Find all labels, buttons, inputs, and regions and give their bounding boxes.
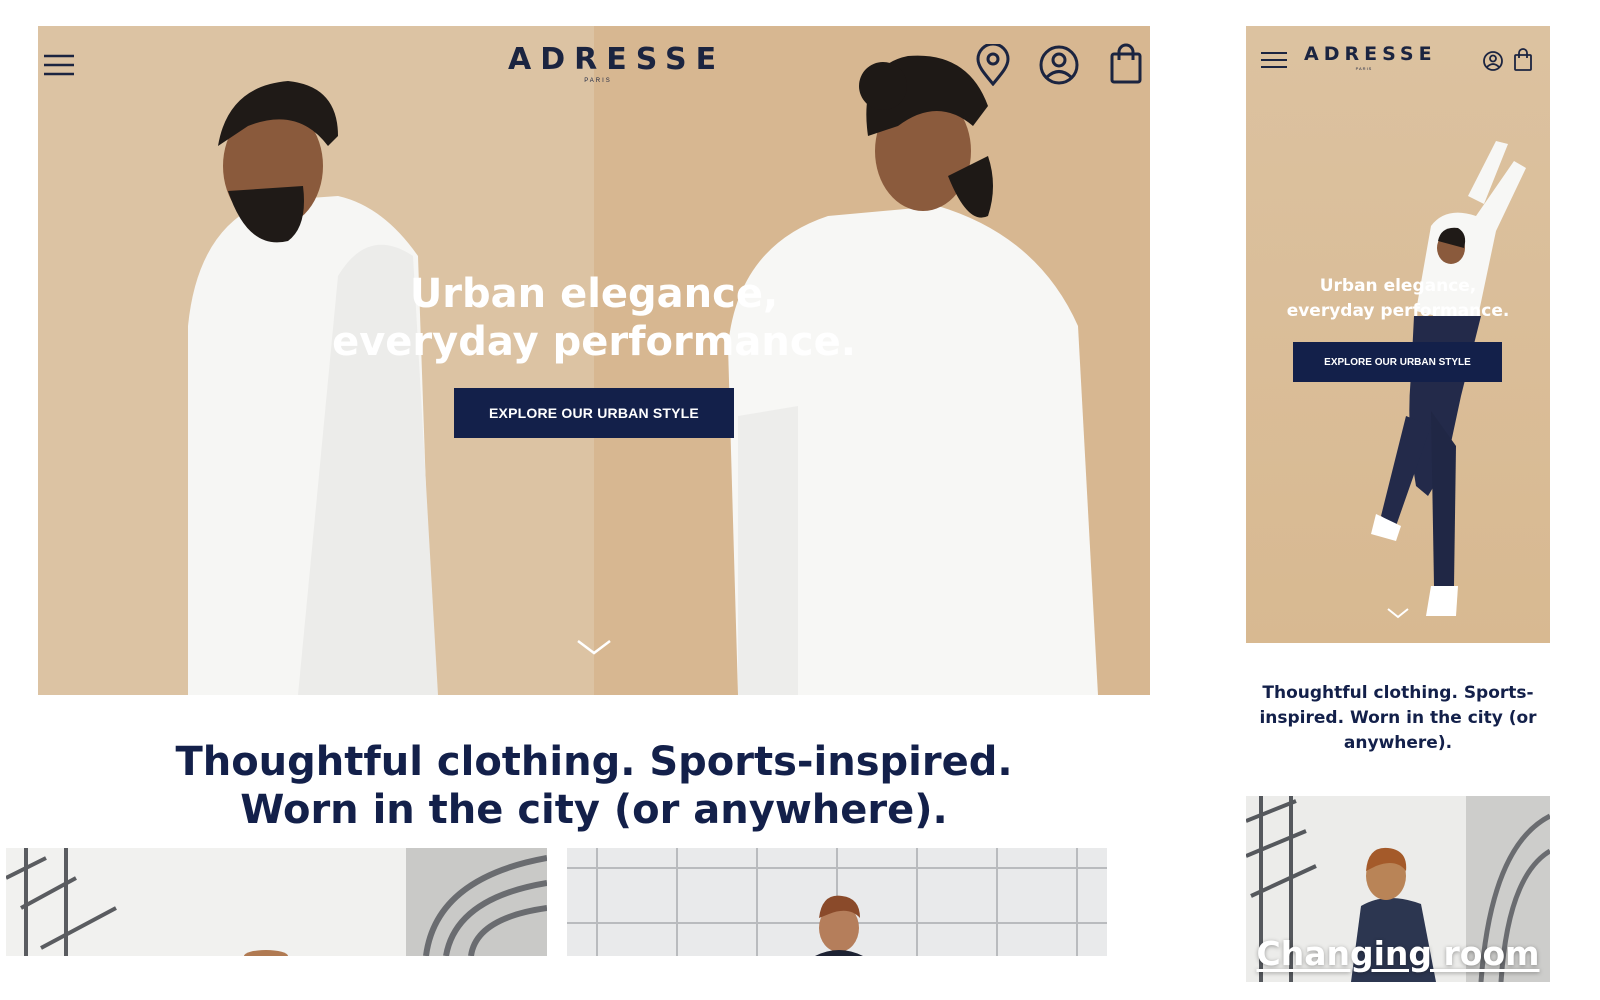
logo-wordmark: ADRESSE	[508, 42, 726, 77]
shopping-bag-icon[interactable]	[1108, 42, 1144, 86]
mobile-shopping-bag-icon[interactable]	[1513, 48, 1533, 72]
mobile-tagline-line3: anywhere).	[1343, 733, 1453, 753]
mobile-logo-wordmark: ADRESSE	[1304, 43, 1437, 65]
mobile-hamburger-menu-icon[interactable]	[1260, 50, 1288, 70]
hamburger-menu-icon[interactable]	[42, 52, 76, 78]
mobile-logo-subtitle: PARIS	[1355, 66, 1373, 71]
hero-title-line2: everyday performance.	[332, 319, 856, 365]
mobile-brand-logo[interactable]: ADRESSE PARIS	[1304, 42, 1437, 78]
mobile-hero-title: Urban elegance, everyday performance.	[1246, 274, 1550, 324]
mobile-user-account-icon[interactable]	[1482, 50, 1504, 72]
mobile-hero-title-line2: everyday performance.	[1286, 301, 1510, 321]
brand-logo[interactable]: ADRESSE PARIS	[508, 42, 726, 90]
category-tile-2-photo	[567, 848, 1107, 956]
chevron-down-icon[interactable]	[574, 636, 614, 658]
category-tile-1[interactable]	[6, 848, 547, 956]
hero-title-line1: Urban elegance,	[409, 271, 779, 317]
mobile-tagline-line1: Thoughtful clothing. Sports-	[1262, 683, 1534, 703]
mobile-hero-photo	[1371, 141, 1526, 616]
mobile-mockup: ADRESSE PARIS Urban elegance, everyday p…	[1246, 26, 1550, 982]
logo-subtitle: PARIS	[584, 78, 612, 84]
desktop-mockup: ADRESSE PARIS Urban elegance, everyday p…	[38, 26, 1150, 956]
mobile-brand-tagline: Thoughtful clothing. Sports- inspired. W…	[1246, 681, 1550, 756]
user-account-icon[interactable]	[1038, 44, 1080, 86]
hero-banner: ADRESSE PARIS Urban elegance, everyday p…	[38, 26, 1150, 695]
tagline-line2: Worn in the city (or anywhere).	[240, 787, 948, 833]
category-tile-2[interactable]	[567, 848, 1107, 956]
mobile-explore-urban-style-button[interactable]: EXPLORE OUR URBAN STYLE	[1293, 342, 1502, 382]
explore-urban-style-button[interactable]: EXPLORE OUR URBAN STYLE	[454, 388, 734, 438]
mobile-hero-title-line1: Urban elegance,	[1319, 276, 1477, 296]
mobile-tagline-line2: inspired. Worn in the city (or	[1259, 708, 1537, 728]
brand-tagline: Thoughtful clothing. Sports-inspired. Wo…	[38, 738, 1150, 834]
mobile-chevron-down-icon[interactable]	[1386, 606, 1410, 620]
changing-room-card[interactable]: Changing room	[1246, 796, 1550, 982]
category-tile-1-photo	[6, 848, 547, 956]
location-pin-icon[interactable]	[973, 42, 1013, 87]
hero-title: Urban elegance, everyday performance.	[38, 270, 1150, 366]
changing-room-title[interactable]: Changing room	[1246, 934, 1550, 973]
tagline-line1: Thoughtful clothing. Sports-inspired.	[175, 739, 1013, 785]
mobile-hero-banner: ADRESSE PARIS Urban elegance, everyday p…	[1246, 26, 1550, 643]
